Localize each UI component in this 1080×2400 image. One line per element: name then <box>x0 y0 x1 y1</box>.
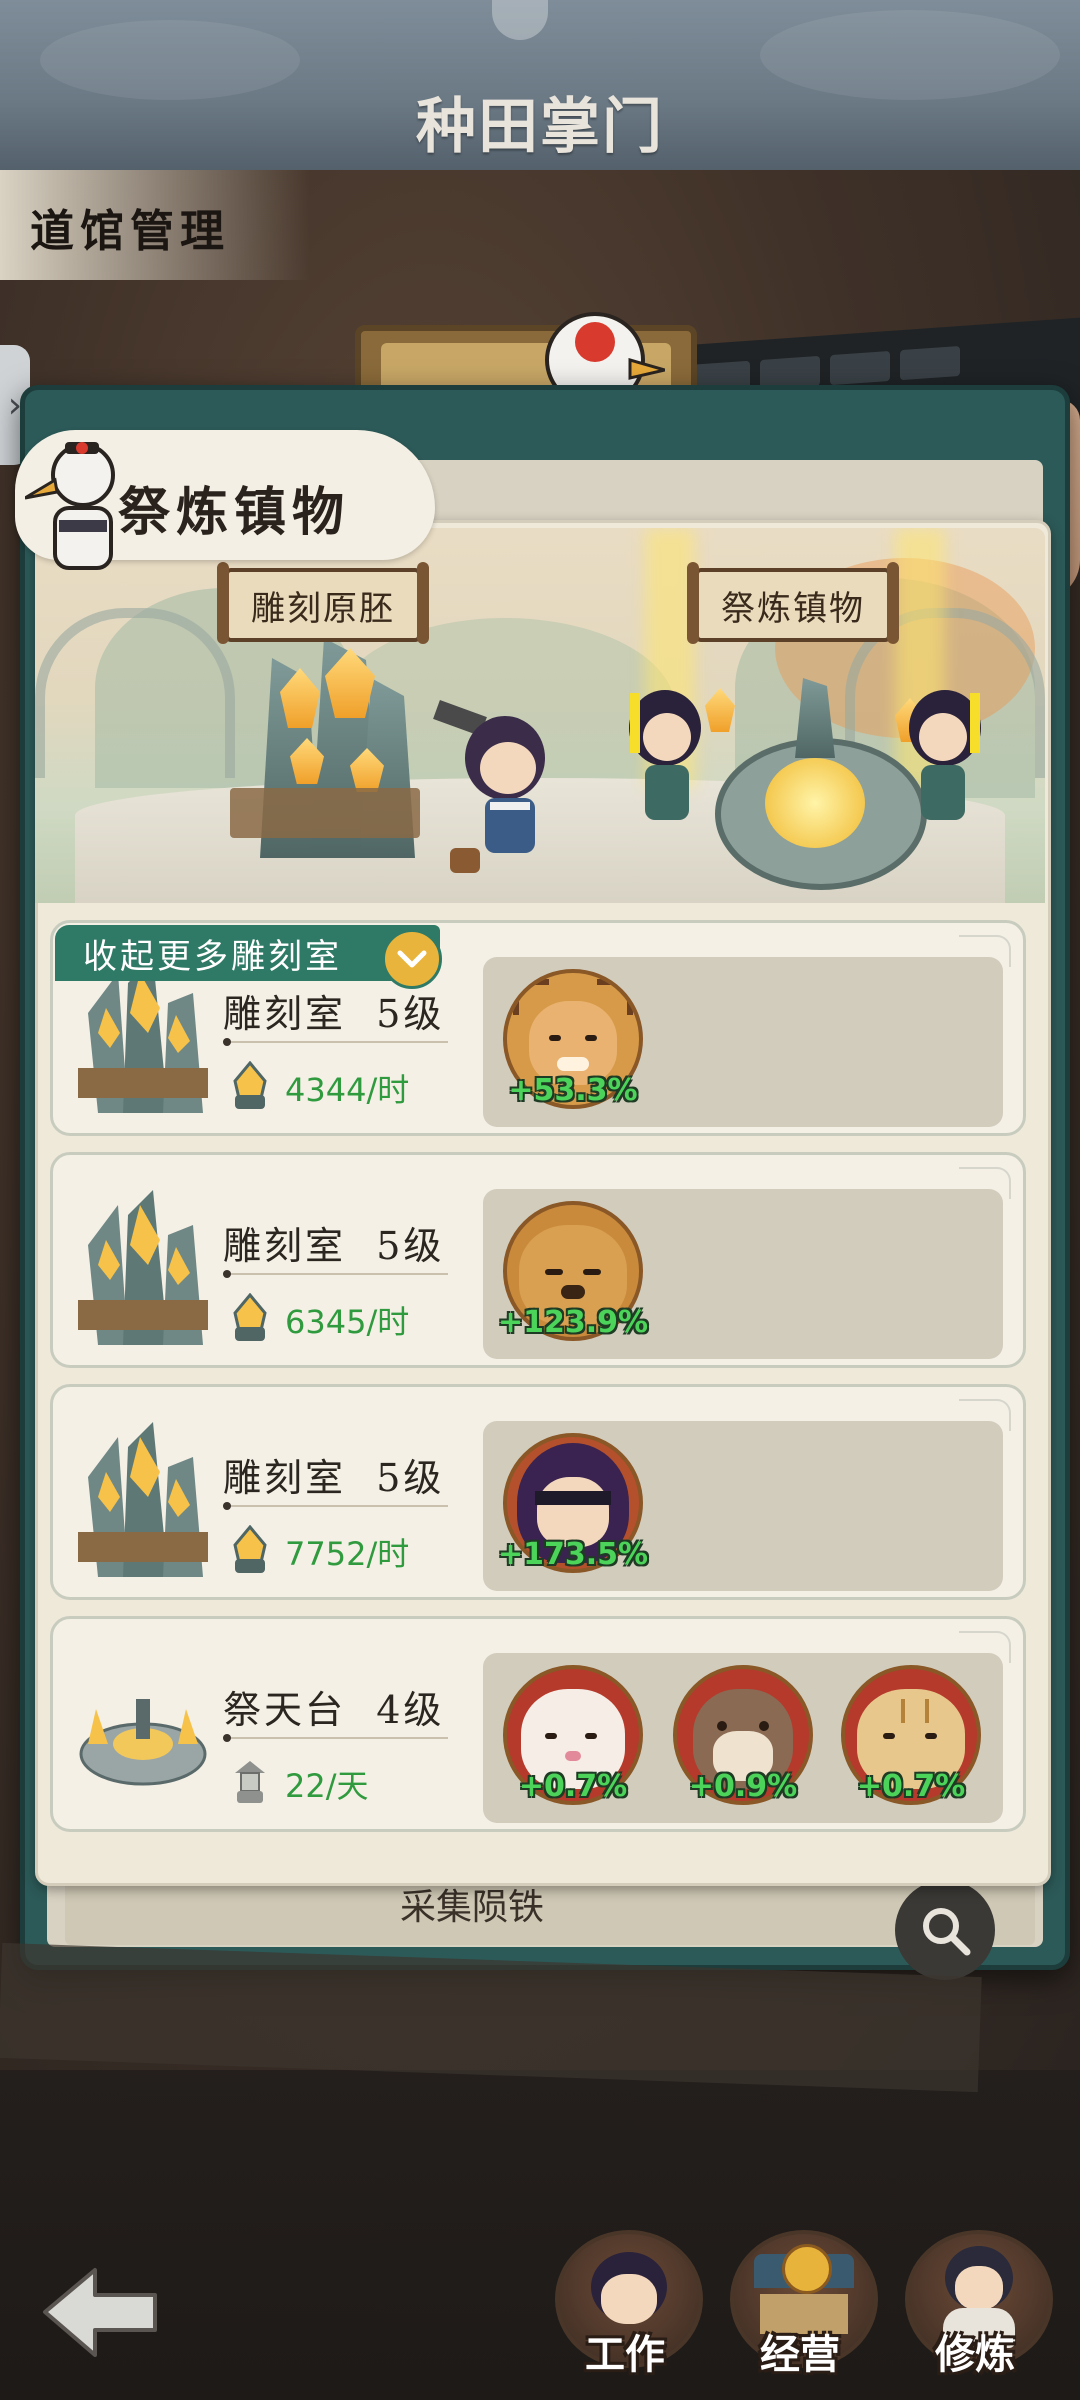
worker-bonus: +173.5% <box>497 1537 649 1572</box>
worker-bonus: +0.7% <box>856 1769 966 1804</box>
panel-title: 祭炼镇物 <box>118 482 351 543</box>
refine-scene: 雕刻原胚 祭炼镇物 <box>35 528 1045 903</box>
worker-bonus: +53.3% <box>508 1073 638 1108</box>
worker-bonus: +0.7% <box>518 1769 628 1804</box>
refiner-disciple-right-illustration <box>909 690 981 820</box>
crystal-icon <box>233 1525 267 1573</box>
carve-blank-sign[interactable]: 雕刻原胚 <box>217 562 429 644</box>
sky-altar-thumbnail <box>79 1699 207 1786</box>
crystal-icon <box>233 1293 267 1341</box>
cloud-decoration <box>760 10 1060 100</box>
production-rate: 4344/时 <box>285 1071 410 1109</box>
top-banner: 种田掌门人 <box>0 0 1080 249</box>
nav-manage-button[interactable]: 经营 <box>725 2210 878 2380</box>
lantern-icon <box>235 1761 265 1803</box>
nav-manage-label: 经营 <box>760 2331 840 2378</box>
carving-room-thumbnail <box>78 1190 208 1345</box>
chevron-up-icon[interactable] <box>382 929 442 989</box>
divider <box>223 1734 448 1742</box>
carving-room-thumbnail <box>78 1422 208 1577</box>
divider <box>223 1038 448 1046</box>
refine-talisman-sign[interactable]: 祭炼镇物 <box>687 562 899 644</box>
divider <box>223 1502 448 1510</box>
worker-slot-area[interactable]: +173.5% <box>483 1421 1003 1591</box>
refine-talisman-label: 祭炼镇物 <box>721 588 865 629</box>
worker-slot-area[interactable]: +123.9% <box>483 1189 1003 1359</box>
search-icon <box>923 1908 971 1956</box>
production-rate: 22/天 <box>285 1767 369 1805</box>
room-name: 祭天台 4级 <box>223 1688 445 1732</box>
production-rate: 7752/时 <box>285 1535 410 1573</box>
room-list[interactable]: 雕刻室 5级 4344/时 +53.3% 雕刻室 5级 6345/时 +123.… <box>50 920 1030 1845</box>
nav-cultivate-label: 修炼 <box>935 2331 1015 2378</box>
page-title: 道馆管理 <box>30 206 230 257</box>
collapse-rooms-label: 收起更多雕刻室 <box>83 936 342 977</box>
carving-rock-illustration <box>230 638 420 868</box>
worker-bonus: +123.9% <box>497 1305 649 1340</box>
room-card-sky-altar[interactable]: 祭天台 4级 22/天 +0.7% +0.9% +0.7% <box>50 1616 1026 1832</box>
production-rate: 6345/时 <box>285 1303 410 1341</box>
worker-bonus: +0.9% <box>688 1769 798 1804</box>
back-arrow-icon[interactable] <box>40 2265 160 2360</box>
refiner-disciple-left-illustration <box>629 690 701 820</box>
carve-blank-label: 雕刻原胚 <box>251 588 395 629</box>
room-name: 雕刻室 5级 <box>223 1456 445 1500</box>
carver-disciple-illustration <box>433 700 545 873</box>
chevron-down-icon <box>397 950 427 968</box>
room-card-carving-3[interactable]: 雕刻室 5级 7752/时 +173.5% <box>50 1384 1026 1600</box>
worker-slot-area[interactable]: +53.3% <box>483 957 1003 1127</box>
nav-cultivate-button[interactable]: 修炼 <box>900 2210 1053 2380</box>
moon-decoration <box>492 0 548 40</box>
divider <box>223 1270 448 1278</box>
room-name: 雕刻室 5级 <box>223 1224 445 1268</box>
crystal-icon <box>233 1061 267 1109</box>
cloud-decoration <box>40 20 300 100</box>
search-button[interactable] <box>895 1880 995 1980</box>
nav-work-button[interactable]: 工作 <box>550 2210 703 2380</box>
room-name: 雕刻室 5级 <box>223 992 445 1036</box>
nav-work-label: 工作 <box>585 2331 665 2378</box>
room-card-carving-2[interactable]: 雕刻室 5级 6345/时 +123.9% <box>50 1152 1026 1368</box>
worker-slot-area[interactable]: +0.7% +0.9% +0.7% <box>483 1653 1003 1823</box>
